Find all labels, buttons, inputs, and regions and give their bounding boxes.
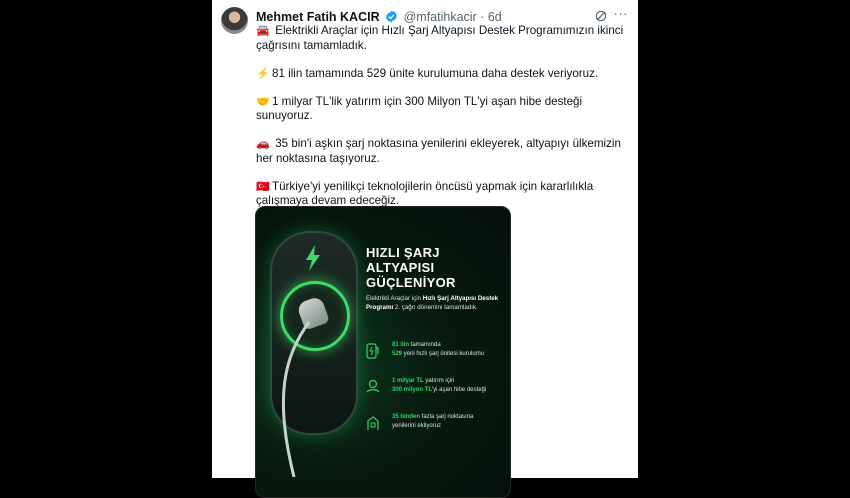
- paragraph-text: Türkiye'yi yenilikçi teknolojilerin öncü…: [256, 179, 594, 208]
- media-stat-item: 1 milyar TL yatırım için 300 milyon TL'y…: [366, 377, 506, 403]
- grok-icon[interactable]: [594, 9, 608, 23]
- stat-text: yenilerini ekliyoruz: [392, 422, 442, 429]
- paragraph-text: 81 ilin tamamında 529 ünite kurulumuna d…: [272, 66, 599, 80]
- media-stat-item: 35 binden fazla şarj noktasına yenilerin…: [366, 413, 506, 439]
- stat-text: yeni hızlı şarj ünitesi kurulumu: [402, 350, 485, 357]
- stat-text: 'yi aşan hibe desteği: [432, 386, 487, 393]
- lightning-emoji-icon: ⚡: [256, 67, 270, 80]
- avatar[interactable]: [221, 7, 248, 34]
- media-title: HIZLI ŞARJ ALTYAPISI GÜÇLENİYOR: [366, 245, 506, 290]
- separator-dot: ·: [480, 10, 485, 24]
- tweet-paragraph: 🇹🇷 Türkiye'yi yenilikçi teknolojilerin ön…: [256, 180, 628, 209]
- stat-highlight: 529: [392, 350, 403, 357]
- tweet-paragraph: 🤝 1 milyar TL'lik yatırım için 300 Milyon…: [256, 95, 628, 124]
- stat-highlight: 300 milyon TL: [392, 386, 433, 393]
- stat-text: fazla şarj noktasına: [420, 414, 474, 420]
- paragraph-text: Elektrikli Araçlar için Hızlı Şarj Altya…: [256, 24, 624, 52]
- media-title-line: GÜÇLENİYOR: [366, 275, 456, 290]
- money-icon: [366, 379, 380, 393]
- stat-text: yatırım için: [423, 378, 455, 384]
- handshake-emoji-icon: 🤝: [256, 95, 270, 108]
- stat-highlight: 35 binden: [392, 414, 421, 420]
- car-emoji-icon: 🚘: [256, 25, 270, 37]
- verified-badge-icon: [386, 10, 397, 23]
- tweet-paragraph: ⚡ 81 ilin tamamında 529 ünite kurulumuna …: [256, 67, 628, 82]
- station-icon: [367, 416, 379, 430]
- tweet-paragraph: 🚗 35 bin'i aşkın şarj noktasına yenileri…: [256, 137, 628, 166]
- paragraph-text: 1 milyar TL'lik yatırım için 300 Milyon …: [256, 94, 583, 123]
- tweet-text: 🚘 Elektrikli Araçlar için Hızlı Şarj Alt…: [256, 24, 628, 222]
- car-emoji-icon: 🚗: [256, 138, 270, 150]
- intro-text: Elektrikli Araçlar için: [366, 295, 423, 302]
- cable-illustration: [281, 321, 311, 477]
- stat-highlight: 81 ilin: [392, 342, 410, 348]
- paragraph-text: 35 bin'i aşkın şarj noktasına yenilerini…: [256, 137, 621, 165]
- stat-highlight: 1 milyar TL: [392, 378, 424, 384]
- author-name[interactable]: Mehmet Fatih KACIR: [256, 10, 380, 24]
- charger-icon: [366, 343, 379, 359]
- timestamp[interactable]: 6d: [488, 10, 502, 24]
- media-intro: Elektrikli Araçlar için Hızlı Şarj Altya…: [366, 295, 501, 312]
- media-title-line: HIZLI ŞARJ ALTYAPISI: [366, 245, 440, 275]
- turkey-flag-emoji-icon: 🇹🇷: [256, 180, 270, 193]
- stat-text: tamamında: [409, 342, 441, 348]
- tweet-media-image[interactable]: HIZLI ŞARJ ALTYAPISI GÜÇLENİYOR Elektrik…: [255, 206, 511, 498]
- tweet-paragraph: 🚘 Elektrikli Araçlar için Hızlı Şarj Alt…: [256, 24, 628, 53]
- lightning-bolt-icon: [306, 245, 320, 271]
- tweet-header: Mehmet Fatih KACIR @mfatihkacir · 6d: [256, 9, 630, 25]
- author-handle[interactable]: @mfatihkacir: [404, 10, 477, 24]
- more-options-icon[interactable]: ···: [614, 6, 629, 21]
- media-stat-item: 81 ilin tamamında 529 yeni hızlı şarj ün…: [366, 341, 506, 367]
- intro-text: 2. çağrı dönemini tamamladık.: [393, 303, 478, 311]
